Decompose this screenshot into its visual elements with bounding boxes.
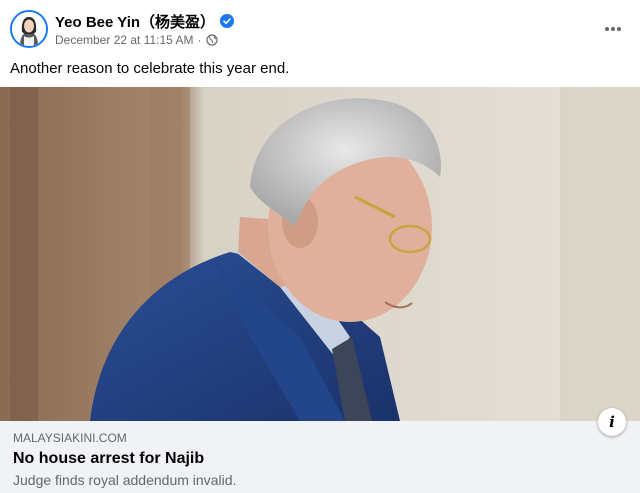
- author-name[interactable]: Yeo Bee Yin（杨美盈）: [55, 11, 215, 32]
- post-meta: December 22 at 11:15 AM ·: [55, 32, 218, 48]
- meta-separator: ·: [197, 33, 202, 47]
- link-preview[interactable]: MALAYSIAKINI.COM No house arrest for Naj…: [0, 421, 640, 493]
- link-domain: MALAYSIAKINI.COM: [13, 431, 127, 445]
- avatar-image: [12, 12, 46, 46]
- more-options-icon: [605, 27, 621, 31]
- more-options-button[interactable]: [600, 16, 626, 42]
- link-description: Judge finds royal addendum invalid.: [13, 472, 237, 488]
- post-text: Another reason to celebrate this year en…: [10, 60, 290, 77]
- article-photo: [0, 87, 640, 421]
- author-avatar[interactable]: [10, 10, 48, 48]
- author-line: Yeo Bee Yin（杨美盈）: [55, 11, 235, 32]
- link-title[interactable]: No house arrest for Najib: [13, 450, 204, 468]
- info-icon: i: [609, 413, 615, 431]
- verified-badge-icon: [220, 14, 235, 28]
- post-photo[interactable]: [0, 87, 640, 421]
- post-header: Yeo Bee Yin（杨美盈） December 22 at 11:15 AM…: [0, 0, 640, 58]
- info-button[interactable]: i: [598, 408, 626, 436]
- post-timestamp[interactable]: December 22 at 11:15 AM: [55, 33, 194, 47]
- globe-icon[interactable]: [205, 34, 218, 46]
